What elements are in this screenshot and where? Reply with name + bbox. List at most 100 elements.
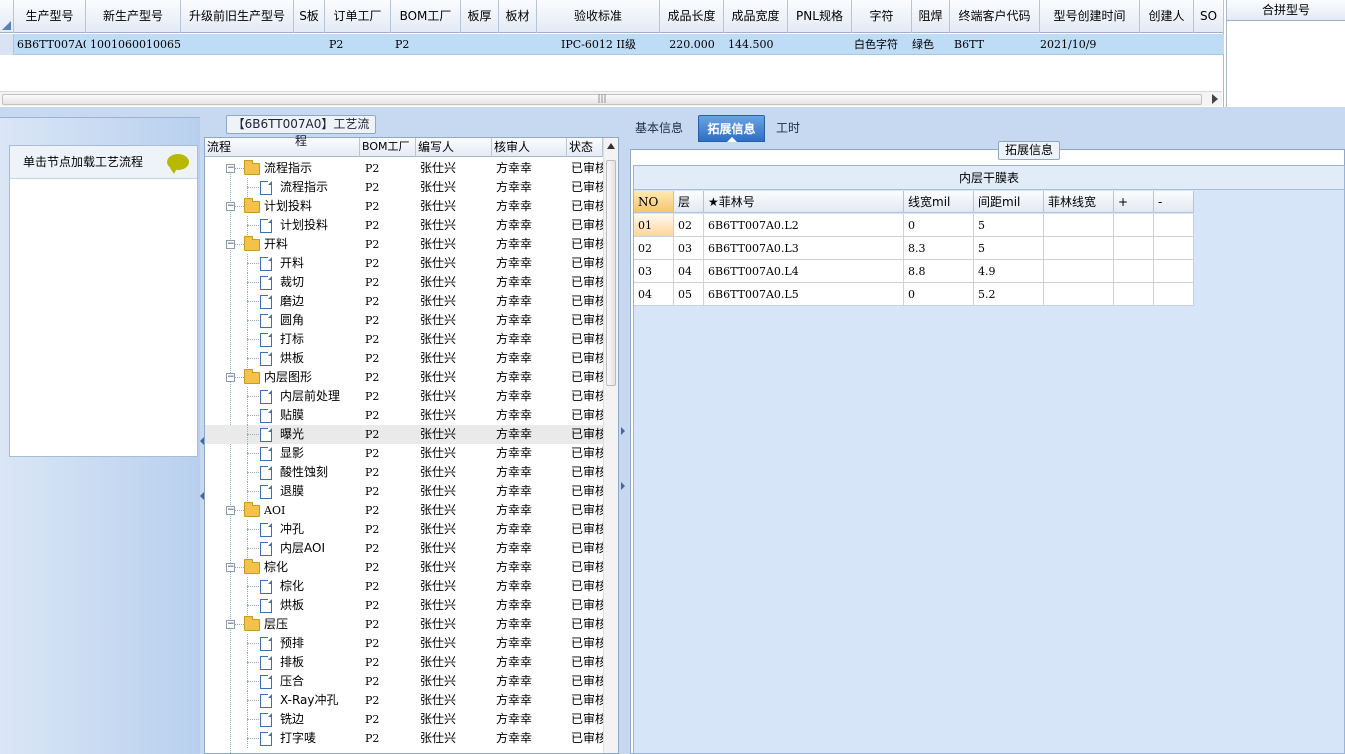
- tree-row[interactable]: − 内层图形 P2 张仕兴 方幸幸 已审核: [205, 368, 603, 387]
- grid-cell[interactable]: 2021/10/9: [1040, 34, 1140, 55]
- collapse-toggle-icon[interactable]: −: [226, 620, 235, 629]
- tree-scrollbar-thumb[interactable]: [606, 160, 616, 386]
- grid-cell[interactable]: IPC-6012 II级: [537, 34, 660, 55]
- tree-row[interactable]: − 层压 P2 张仕兴 方幸幸 已审核: [205, 615, 603, 634]
- film-cell-current[interactable]: 01: [634, 214, 674, 237]
- film-cell[interactable]: [1154, 214, 1194, 237]
- film-cell[interactable]: [1154, 237, 1194, 260]
- column-header[interactable]: BOM工厂: [391, 0, 461, 33]
- model-grid-row[interactable]: 6B6TT007A0 10010600100657 P2 P2 IPC-6012 II级…: [0, 34, 1224, 55]
- horizontal-scrollbar[interactable]: |||: [0, 91, 1222, 106]
- tree-row[interactable]: 烘板 P2 张仕兴 方幸幸 已审核: [205, 349, 603, 368]
- tree-column-header[interactable]: 编写人: [416, 138, 492, 157]
- column-header[interactable]: S板: [294, 0, 325, 33]
- film-cell[interactable]: [1044, 237, 1114, 260]
- film-cell[interactable]: [1044, 214, 1114, 237]
- film-cell[interactable]: 6B6TT007A0.L5: [704, 283, 904, 306]
- film-cell[interactable]: 5: [974, 214, 1044, 237]
- film-column-header[interactable]: ★菲林号: [704, 191, 904, 213]
- column-header[interactable]: 验收标准: [537, 0, 660, 33]
- tree-row[interactable]: 打标 P2 张仕兴 方幸幸 已审核: [205, 330, 603, 349]
- collapse-toggle-icon[interactable]: −: [226, 202, 235, 211]
- column-header[interactable]: 终端客户代码: [950, 0, 1040, 33]
- film-column-header[interactable]: 层: [674, 191, 704, 213]
- tree-row[interactable]: − 棕化 P2 张仕兴 方幸幸 已审核: [205, 558, 603, 577]
- tree-row[interactable]: 冲孔 P2 张仕兴 方幸幸 已审核: [205, 520, 603, 539]
- grid-cell[interactable]: [1140, 34, 1194, 55]
- tree-row[interactable]: X-Ray冲孔 P2 张仕兴 方幸幸 已审核: [205, 691, 603, 710]
- grid-cell[interactable]: [461, 34, 499, 55]
- tree-row[interactable]: − 流程指示 P2 张仕兴 方幸幸 已审核: [205, 159, 603, 178]
- column-header[interactable]: 型号创建时间: [1040, 0, 1140, 33]
- tab-basic-info[interactable]: 基本信息: [627, 115, 691, 142]
- collapse-toggle-icon[interactable]: −: [226, 563, 235, 572]
- film-cell[interactable]: [1044, 260, 1114, 283]
- scrollbar-thumb[interactable]: |||: [2, 94, 1202, 105]
- tree-vertical-scrollbar[interactable]: [603, 138, 618, 753]
- tree-row[interactable]: 内层AOI P2 张仕兴 方幸幸 已审核: [205, 539, 603, 558]
- grid-cell[interactable]: [499, 34, 537, 55]
- scroll-up-arrow-icon[interactable]: [607, 143, 615, 149]
- film-column-header[interactable]: 间距mil: [974, 191, 1044, 213]
- film-cell[interactable]: 04: [674, 260, 704, 283]
- grid-cell[interactable]: 白色字符: [852, 34, 912, 55]
- film-cell[interactable]: 03: [674, 237, 704, 260]
- tree-row[interactable]: 磨边 P2 张仕兴 方幸幸 已审核: [205, 292, 603, 311]
- tree-row[interactable]: − 开料 P2 张仕兴 方幸幸 已审核: [205, 235, 603, 254]
- tree-row[interactable]: 显影 P2 张仕兴 方幸幸 已审核: [205, 444, 603, 463]
- film-column-header[interactable]: 线宽mil: [904, 191, 974, 213]
- collapse-toggle-icon[interactable]: −: [226, 506, 235, 515]
- tree-column-header[interactable]: 状态: [567, 138, 603, 157]
- column-header[interactable]: PNL规格: [788, 0, 852, 33]
- grid-cell[interactable]: 6B6TT007A0: [14, 34, 86, 55]
- grid-cell[interactable]: 144.500: [724, 34, 788, 55]
- column-header[interactable]: 板厚: [461, 0, 499, 33]
- tree-row-selected[interactable]: 曝光 P2 张仕兴 方幸幸 已审核: [205, 425, 603, 444]
- film-cell[interactable]: 6B6TT007A0.L2: [704, 214, 904, 237]
- film-cell[interactable]: [1154, 283, 1194, 306]
- film-cell[interactable]: 02: [634, 237, 674, 260]
- tree-row[interactable]: 裁切 P2 张仕兴 方幸幸 已审核: [205, 273, 603, 292]
- column-header[interactable]: 创建人: [1140, 0, 1194, 33]
- film-cell[interactable]: [1114, 214, 1154, 237]
- film-cell[interactable]: 8.8: [904, 260, 974, 283]
- tree-row[interactable]: 酸性蚀刻 P2 张仕兴 方幸幸 已审核: [205, 463, 603, 482]
- tree-row[interactable]: 退膜 P2 张仕兴 方幸幸 已审核: [205, 482, 603, 501]
- tree-row[interactable]: − 计划投料 P2 张仕兴 方幸幸 已审核: [205, 197, 603, 216]
- middle-splitter[interactable]: [619, 107, 627, 754]
- tree-row[interactable]: 压合 P2 张仕兴 方幸幸 已审核: [205, 672, 603, 691]
- film-column-header[interactable]: +: [1114, 191, 1154, 213]
- film-column-header[interactable]: -: [1154, 191, 1194, 213]
- node-hint[interactable]: 单击节点加载工艺流程: [10, 146, 197, 179]
- scroll-right-arrow-icon[interactable]: [1212, 94, 1218, 104]
- tab-man-hours[interactable]: 工时: [767, 115, 809, 142]
- column-header[interactable]: 生产型号: [14, 0, 86, 33]
- grid-cell[interactable]: P2: [325, 34, 391, 55]
- collapse-toggle-icon[interactable]: −: [226, 373, 235, 382]
- column-header[interactable]: SO: [1194, 0, 1224, 33]
- tree-column-header[interactable]: 核审人: [492, 138, 567, 157]
- column-header[interactable]: 订单工厂: [325, 0, 391, 33]
- film-cell[interactable]: 05: [674, 283, 704, 306]
- film-cell[interactable]: 6B6TT007A0.L3: [704, 237, 904, 260]
- grid-cell[interactable]: 220.000: [660, 34, 724, 55]
- film-cell[interactable]: 4.9: [974, 260, 1044, 283]
- film-cell[interactable]: 5: [974, 237, 1044, 260]
- tree-row[interactable]: 铣边 P2 张仕兴 方幸幸 已审核: [205, 710, 603, 729]
- column-header[interactable]: 成品长度: [660, 0, 724, 33]
- column-header[interactable]: 阻焊: [912, 0, 950, 33]
- column-header[interactable]: 板材: [499, 0, 537, 33]
- film-cell[interactable]: 6B6TT007A0.L4: [704, 260, 904, 283]
- tree-row[interactable]: 打字唛 P2 张仕兴 方幸幸 已审核: [205, 729, 603, 748]
- grid-cell[interactable]: B6TT: [950, 34, 1040, 55]
- film-column-header[interactable]: 菲林线宽: [1044, 191, 1114, 213]
- column-header[interactable]: 成品宽度: [724, 0, 788, 33]
- film-cell[interactable]: [1114, 260, 1154, 283]
- film-cell[interactable]: 0: [904, 283, 974, 306]
- tab-extended-info[interactable]: 拓展信息: [698, 115, 765, 142]
- film-cell[interactable]: [1044, 283, 1114, 306]
- select-all-corner[interactable]: [0, 0, 14, 33]
- tree-row[interactable]: 流程指示 P2 张仕兴 方幸幸 已审核: [205, 178, 603, 197]
- tree-row[interactable]: 棕化 P2 张仕兴 方幸幸 已审核: [205, 577, 603, 596]
- collapse-toggle-icon[interactable]: −: [226, 240, 235, 249]
